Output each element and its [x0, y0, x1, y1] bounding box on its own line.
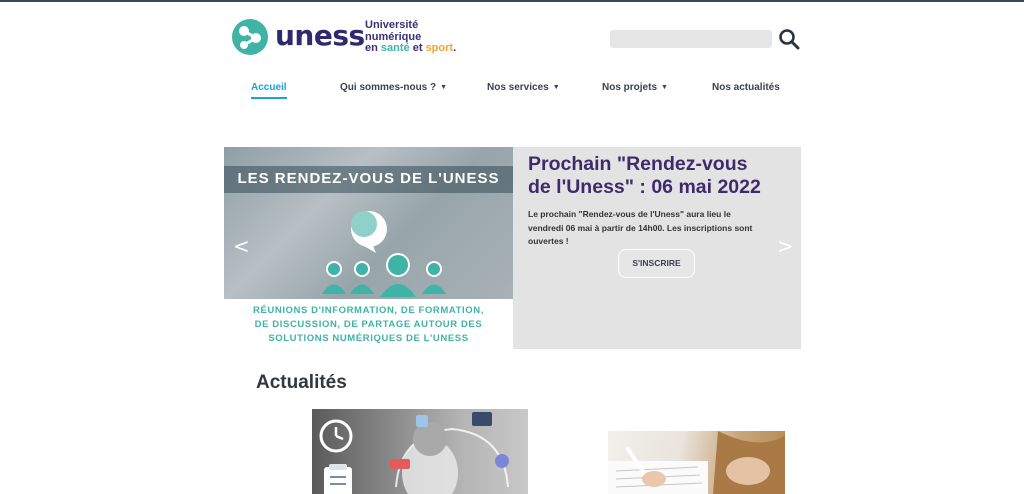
nav-item-nos-projets[interactable]: Nos projets ▼: [602, 82, 668, 93]
slide-desc-line-2: vendredi 06 mai à partir de 14h00. Les i…: [528, 222, 753, 233]
slider-prev-arrow-icon[interactable]: <: [233, 234, 250, 258]
subtitle-line-1: RÉUNIONS D'INFORMATION, DE FORMATION,: [253, 305, 484, 316]
hero-slider: LES RENDEZ-VOUS DE L'UNESS RÉUNIONS D'IN…: [224, 147, 801, 349]
slide-image-heading: LES RENDEZ-VOUS DE L'UNESS: [237, 170, 500, 187]
tagline-line-1: Université: [365, 19, 419, 31]
brand-tagline: Université numérique en santé et sport.: [365, 19, 457, 55]
tagline-en: en: [365, 42, 378, 54]
subtitle-line-3: SOLUTIONS NUMÉRIQUES DE L'UNESS: [268, 333, 469, 344]
nav-label-accueil: Accueil: [251, 82, 287, 93]
health-illustration-icon: [319, 412, 509, 494]
register-button[interactable]: S'INSCRIRE: [618, 249, 695, 278]
top-border: [0, 0, 1024, 2]
news-card-image-health[interactable]: [312, 409, 528, 494]
tagline-sport: sport: [425, 42, 454, 54]
chevron-down-icon: ▼: [661, 84, 668, 91]
tagline-dot: .: [453, 42, 457, 54]
uness-logo-icon: [232, 19, 268, 55]
tagline-sante: santé: [380, 42, 410, 54]
slide-title: Prochain "Rendez-vous de l'Uness" : 06 m…: [528, 153, 790, 199]
slide-title-line-2: de l'Uness" : 06 mai 2022: [528, 176, 761, 198]
nav-item-nos-actualites[interactable]: Nos actualités: [712, 82, 780, 93]
news-section-title: Actualités: [256, 372, 347, 393]
nav-item-qui-sommes-nous[interactable]: Qui sommes-nous ? ▼: [340, 82, 447, 93]
nav-item-nos-services[interactable]: Nos services ▼: [487, 82, 560, 93]
tagline-line-3: en santé et sport.: [365, 42, 457, 55]
nav-label-nos-projets: Nos projets: [602, 82, 658, 93]
nav-label-qui-sommes-nous: Qui sommes-nous ?: [340, 82, 437, 93]
nav-label-nos-actualites: Nos actualités: [712, 82, 780, 93]
chevron-down-icon: ▼: [440, 84, 448, 91]
search-input[interactable]: [610, 30, 772, 48]
slide-desc-line-3: ouvertes !: [528, 236, 569, 246]
search-icon[interactable]: [778, 28, 800, 50]
writing-exam-illustration-icon: [608, 431, 785, 494]
slider-next-arrow-icon[interactable]: >: [777, 234, 794, 258]
site-logo[interactable]: uness Université numérique en santé et s…: [232, 18, 472, 58]
slide-title-line-1: Prochain "Rendez-vous: [528, 153, 748, 175]
brand-name: uness: [275, 19, 365, 52]
slide-image: LES RENDEZ-VOUS DE L'UNESS RÉUNIONS D'IN…: [224, 147, 513, 349]
nav-label-nos-services: Nos services: [487, 82, 549, 93]
slide-description: Le prochain "Rendez-vous de l'Uness" aur…: [528, 208, 790, 249]
slide-desc-line-1: Le prochain "Rendez-vous de l'Uness" aur…: [528, 209, 731, 219]
slide-content: Prochain "Rendez-vous de l'Uness" : 06 m…: [528, 153, 790, 249]
chevron-down-icon: ▼: [552, 84, 560, 91]
news-card-image-exam[interactable]: [608, 431, 785, 494]
tagline-et: et: [412, 42, 423, 54]
main-nav: Accueil Qui sommes-nous ? ▼ Nos services ▼…: [0, 82, 1024, 102]
nav-item-accueil[interactable]: Accueil: [251, 82, 287, 99]
slide-image-subtitle: RÉUNIONS D'INFORMATION, DE FORMATION, DE…: [224, 304, 513, 346]
subtitle-line-2: DE DISCUSSION, DE PARTAGE AUTOUR DES: [254, 319, 483, 330]
